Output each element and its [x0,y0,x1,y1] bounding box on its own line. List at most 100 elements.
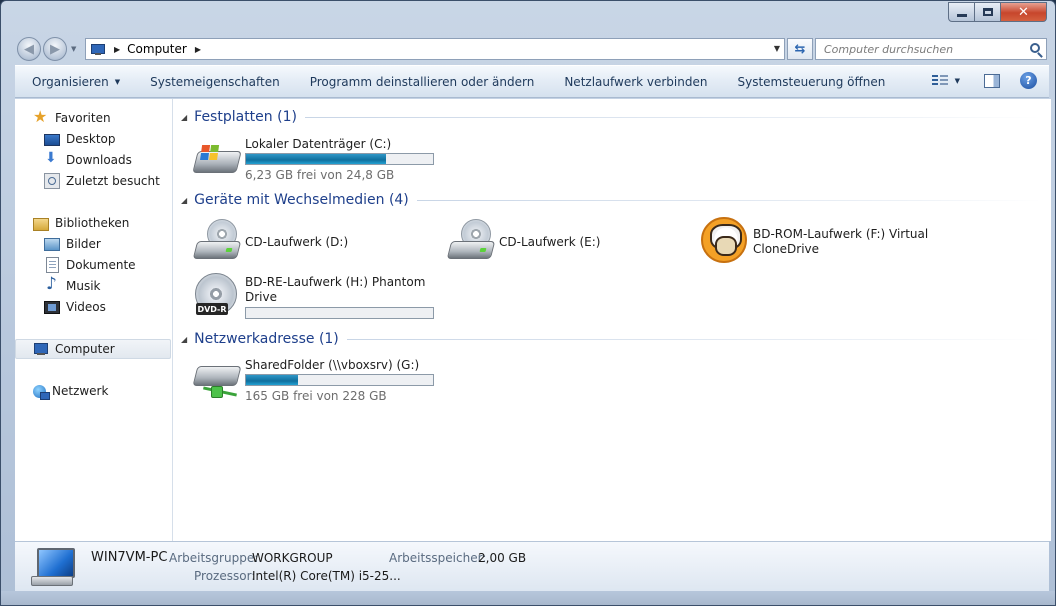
close-icon: ✕ [1018,4,1029,20]
group-header-hard-disks[interactable]: ◢ Festplatten (1) [181,109,1041,125]
sidebar-item-desktop[interactable]: Desktop [15,129,171,149]
explorer-window: ✕ ◀ ▶ ▼ ▶ Computer ▶ ▼ ⇆ Organisieren ▼ … [0,0,1056,606]
drive-name: CD-Laufwerk (E:) [499,235,601,249]
preview-pane-icon[interactable] [984,73,1000,88]
drive-d[interactable]: CD-Laufwerk (D:) [192,219,433,267]
details-pane: WIN7VM-PC Arbeitsgruppe: WORKGROUP Arbei… [15,541,1049,593]
minimize-button[interactable] [948,2,975,22]
map-network-drive-button[interactable]: Netzlaufwerk verbinden [549,66,722,97]
search-box[interactable] [815,38,1047,60]
documents-icon [46,257,59,273]
drive-name: BD-ROM-Laufwerk (F:) Virtual CloneDrive [753,227,928,257]
drive-usage-bar [245,374,434,386]
drive-g[interactable]: SharedFolder (\\vboxsrv) (G:) 165 GB fre… [192,358,453,406]
computer-name: WIN7VM-PC [91,550,168,565]
sidebar-item-label: Dokumente [66,258,136,272]
processor-label: Prozessor: [194,569,256,583]
collapse-triangle-icon[interactable]: ◢ [181,113,187,122]
open-control-panel-button[interactable]: Systemsteuerung öffnen [722,66,900,97]
search-input[interactable] [816,39,1016,59]
command-bar: Organisieren ▼ Systemeigenschaften Progr… [15,65,1049,98]
sidebar-item-label: Bilder [66,237,101,251]
sidebar-item-documents[interactable]: Dokumente [15,255,171,275]
sidebar-item-videos[interactable]: Videos [15,297,171,317]
sidebar-item-label: Netzwerk [52,384,109,398]
drive-free-space: 6,23 GB frei von 24,8 GB [245,168,395,182]
sidebar-item-favorites[interactable]: Favoriten [15,107,171,128]
videos-icon [44,300,60,314]
close-button[interactable]: ✕ [1001,2,1047,22]
processor-value: Intel(R) Core(TM) i5-25... [252,569,401,583]
hard-disk-icon [192,137,242,185]
sidebar-item-label: Downloads [66,153,132,167]
group-header-network-location[interactable]: ◢ Netzwerkadresse (1) [181,331,1041,347]
sidebar-item-label: Zuletzt besucht [66,174,160,188]
refresh-icon: ⇆ [794,41,806,57]
organize-button[interactable]: Organisieren ▼ [15,66,135,97]
address-dropdown-icon[interactable]: ▼ [774,44,780,53]
sidebar-item-pictures[interactable]: Bilder [15,234,171,254]
back-arrow-icon: ◀ [24,41,34,57]
drive-name: Lokaler Datenträger (C:) [245,137,392,151]
content-pane: ◢ Festplatten (1) Lokaler Datenträger (C… [173,99,1051,541]
group-divider [304,116,1041,118]
group-divider [346,338,1041,340]
computer-icon [90,43,106,55]
sidebar-item-music[interactable]: Musik [15,274,171,296]
network-drive-icon [192,358,242,406]
uninstall-program-button[interactable]: Programm deinstallieren oder ändern [295,66,550,97]
help-icon[interactable]: ? [1020,72,1037,89]
dvd-r-disc-icon: DVD-R [193,273,241,321]
drive-c[interactable]: Lokaler Datenträger (C:) 6,23 GB frei vo… [192,137,453,185]
back-button[interactable]: ◀ [17,37,41,61]
group-header-removable[interactable]: ◢ Geräte mit Wechselmedien (4) [181,192,1041,208]
search-icon[interactable] [1030,43,1040,53]
cd-drive-icon [446,219,496,267]
sidebar-item-recent[interactable]: Zuletzt besucht [15,171,171,191]
group-title: Netzwerkadresse (1) [194,331,339,347]
sidebar-item-network[interactable]: Netzwerk [15,381,171,401]
drive-f[interactable]: BD-ROM-Laufwerk (F:) Virtual CloneDrive [701,217,961,267]
breadcrumb-computer[interactable]: Computer [127,42,187,56]
sidebar-item-label: Computer [55,342,115,356]
organize-label: Organisieren [32,74,109,89]
refresh-button[interactable]: ⇆ [787,38,813,60]
caption-buttons: ✕ [948,2,1047,22]
view-options-chevron-icon[interactable]: ▼ [955,77,960,85]
change-view-icon[interactable] [931,73,949,89]
pictures-icon [44,237,60,251]
drive-usage-fill [246,375,299,385]
forward-button[interactable]: ▶ [43,37,67,61]
windows-logo-icon [200,145,220,161]
recent-pages-dropdown[interactable]: ▼ [71,45,76,53]
collapse-triangle-icon[interactable]: ◢ [181,335,187,344]
collapse-triangle-icon[interactable]: ◢ [181,196,187,205]
navigation-row: ◀ ▶ ▼ ▶ Computer ▶ ▼ ⇆ [15,35,1047,61]
command-bar-right: ▼ ? [931,72,1037,89]
sidebar-item-label: Bibliotheken [55,216,130,230]
drive-usage-bar [245,307,434,319]
group-title: Festplatten (1) [194,109,297,125]
drive-h[interactable]: DVD-R BD-RE-Laufwerk (H:) Phantom Drive [193,273,453,321]
breadcrumb-chevron-icon[interactable]: ▶ [195,45,201,54]
minimize-icon [956,14,967,17]
desktop-icon [44,134,60,146]
system-properties-button[interactable]: Systemeigenschaften [135,66,295,97]
star-icon [33,107,49,126]
sidebar-item-label: Desktop [66,132,116,146]
sidebar-item-computer[interactable]: Computer [15,339,171,359]
drive-name-line: Drive [245,290,277,304]
computer-icon [33,341,49,357]
address-bar[interactable]: ▶ Computer ▶ ▼ [85,38,785,60]
sidebar-item-downloads[interactable]: Downloads [15,150,171,170]
recent-places-icon [44,173,60,189]
cd-drive-icon [192,219,242,267]
breadcrumb-chevron-icon[interactable]: ▶ [114,45,120,54]
drive-e[interactable]: CD-Laufwerk (E:) [446,219,687,267]
sidebar-item-libraries[interactable]: Bibliotheken [15,213,171,233]
maximize-button[interactable] [975,2,1001,22]
drive-free-space: 165 GB frei von 228 GB [245,389,387,403]
sidebar-item-label: Musik [66,279,101,293]
download-icon [44,150,60,168]
group-divider [416,199,1041,201]
